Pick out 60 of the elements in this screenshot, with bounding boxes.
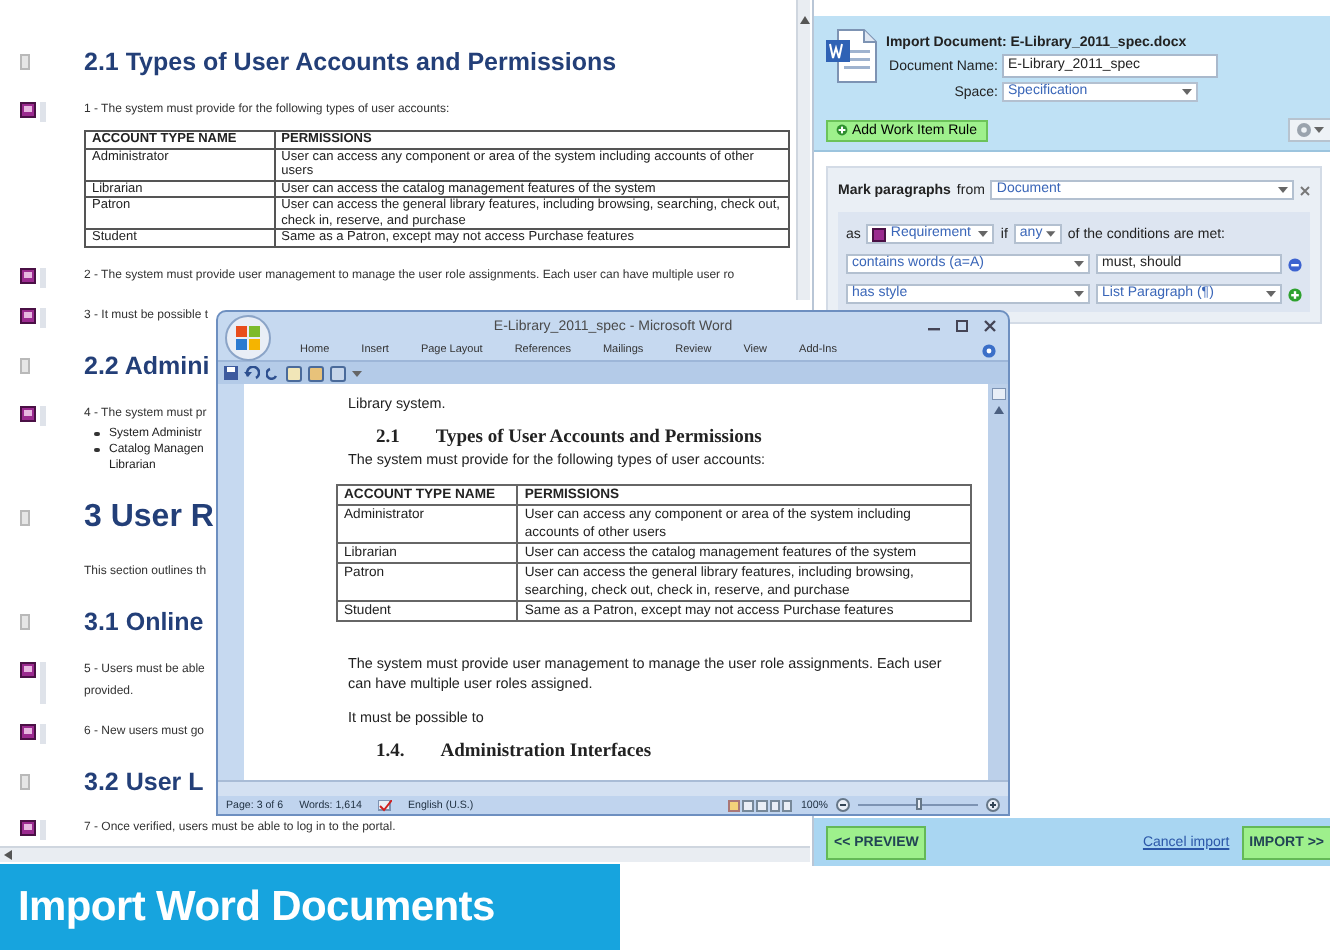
document-heading: Administration Interfaces	[440, 742, 652, 762]
view-buttons-icon[interactable]	[728, 799, 793, 811]
redo-icon[interactable]	[266, 366, 280, 380]
settings-icon	[1296, 122, 1312, 138]
requirement-icon	[20, 307, 36, 323]
add-condition-icon[interactable]	[1288, 287, 1302, 301]
page-marker-icon	[20, 773, 30, 789]
help-icon[interactable]	[982, 343, 996, 357]
dropdown-caret-icon	[352, 369, 362, 377]
horizontal-scrollbar[interactable]	[0, 846, 810, 862]
proofing-icon[interactable]	[377, 799, 392, 811]
close-icon[interactable]	[1300, 185, 1310, 195]
vertical-scrollbar[interactable]	[796, 0, 810, 300]
zoom-in-icon[interactable]	[986, 798, 1000, 812]
maximize-icon[interactable]	[956, 320, 968, 332]
dropdown-caret-icon	[1046, 230, 1056, 238]
requirement-icon	[872, 227, 887, 241]
scroll-up-icon	[993, 406, 1003, 414]
office-button[interactable]	[224, 314, 272, 362]
scroll-left-icon	[4, 850, 12, 860]
close-icon[interactable]	[984, 320, 996, 332]
section-heading: 3.1 Online	[84, 605, 204, 639]
document-heading: Types of User Accounts and Permissions	[435, 428, 762, 448]
requirement-icon	[20, 819, 36, 835]
banner-title: Import Word Documents	[18, 883, 495, 931]
page-marker-icon	[20, 357, 30, 373]
remove-condition-icon[interactable]	[1288, 257, 1302, 271]
plus-icon	[836, 124, 848, 136]
bullet-icon	[94, 447, 99, 452]
page-marker-icon	[20, 613, 30, 629]
undo-icon[interactable]	[244, 366, 260, 380]
dropdown-caret-icon	[978, 230, 989, 238]
requirement-icon	[20, 267, 36, 283]
section-heading: 3 User R	[84, 497, 214, 537]
zoom-out-icon[interactable]	[836, 798, 850, 812]
dropdown-caret-icon	[1074, 260, 1084, 268]
save-icon[interactable]	[224, 366, 238, 380]
section-heading: 2.1 Types of User Accounts and Permissions	[84, 46, 617, 80]
dropdown-caret-icon	[1278, 186, 1288, 194]
section-heading: 3.2 User L	[84, 765, 204, 799]
scroll-up-icon	[799, 16, 809, 24]
page-marker-icon	[20, 509, 30, 525]
horizontal-scrollbar[interactable]	[218, 780, 1008, 796]
section-heading: 2.2 Admini	[84, 349, 210, 383]
settings-dropdown[interactable]	[1288, 118, 1330, 142]
requirement-icon	[20, 405, 36, 421]
dropdown-caret-icon	[1182, 88, 1192, 96]
heading-number: 2.1	[376, 428, 400, 448]
bullet-icon	[94, 431, 99, 436]
page-marker-icon	[20, 54, 30, 70]
vertical-scrollbar[interactable]	[988, 384, 1008, 780]
dropdown-caret-icon	[1314, 126, 1324, 134]
zoom-slider-thumb[interactable]	[915, 798, 921, 810]
heading-number: 1.4.	[376, 742, 405, 762]
requirement-icon	[20, 723, 36, 739]
word-document-icon	[826, 28, 878, 84]
dropdown-caret-icon	[1266, 290, 1276, 298]
dropdown-caret-icon	[1074, 290, 1084, 298]
requirement-icon	[20, 102, 36, 118]
requirement-icon	[20, 661, 36, 677]
